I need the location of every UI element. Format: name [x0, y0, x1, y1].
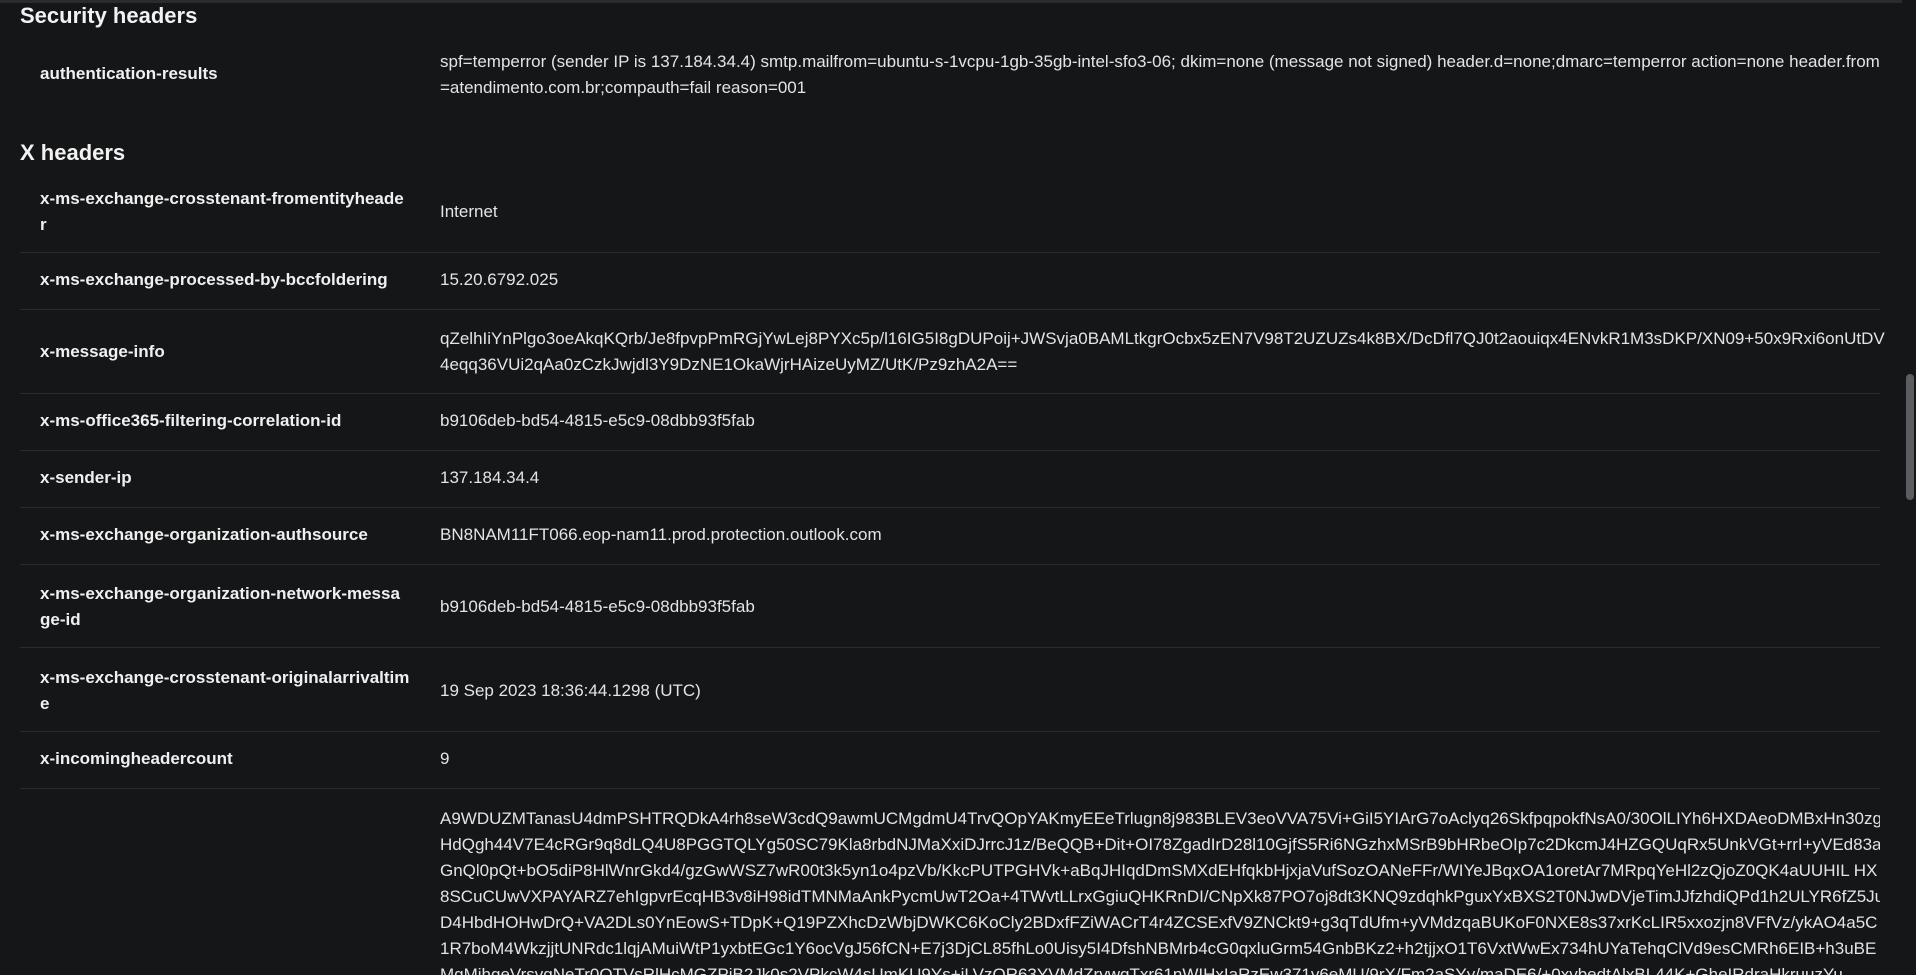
header-row: x-ms-exchange-organization-authsource BN… — [20, 508, 1880, 565]
header-key: x-ms-exchange-crosstenant-fromentityhead… — [40, 189, 404, 234]
header-key: x-ms-exchange-processed-by-bccfoldering — [40, 270, 388, 289]
header-row: A9WDUZMTanasU4dmPSHTRQDkA4rh8seW3cdQ9awm… — [20, 789, 1880, 975]
header-value: A9WDUZMTanasU4dmPSHTRQDkA4rh8seW3cdQ9awm… — [440, 809, 1880, 975]
header-value: qZelhIiYnPlgo3oeAkqKQrb/Je8fpvpPmRGjYwLe… — [440, 329, 1885, 374]
header-value: b9106deb-bd54-4815-e5c9-08dbb93f5fab — [440, 597, 755, 616]
header-key: x-sender-ip — [40, 468, 132, 487]
header-value: BN8NAM11FT066.eop-nam11.prod.protection.… — [440, 525, 882, 544]
header-value: 9 — [440, 749, 450, 768]
header-value: b9106deb-bd54-4815-e5c9-08dbb93f5fab — [440, 411, 755, 430]
header-row: x-sender-ip 137.184.34.4 — [20, 451, 1880, 508]
header-key: x-ms-exchange-crosstenant-originalarriva… — [40, 668, 410, 713]
header-key: x-ms-exchange-organization-authsource — [40, 525, 368, 544]
header-value: Internet — [440, 202, 498, 221]
header-row: x-ms-exchange-processed-by-bccfoldering … — [20, 253, 1880, 310]
header-row: x-incomingheadercount 9 — [20, 732, 1880, 789]
header-key: authentication-results — [40, 64, 218, 83]
header-row-authentication-results: authentication-results spf=temperror (se… — [20, 37, 1880, 139]
header-value: 19 Sep 2023 18:36:44.1298 (UTC) — [440, 681, 701, 700]
header-row: x-ms-office365-filtering-correlation-id … — [20, 394, 1880, 451]
vertical-scrollbar[interactable] — [1902, 0, 1916, 975]
x-headers-title: X headers — [20, 140, 126, 165]
header-value: spf=temperror (sender IP is 137.184.34.4… — [440, 52, 1880, 97]
header-row: x-ms-exchange-organization-network-messa… — [20, 565, 1880, 648]
top-border — [0, 0, 1916, 3]
security-headers-title: Security headers — [20, 3, 198, 28]
header-row: x-ms-exchange-crosstenant-originalarriva… — [20, 648, 1880, 732]
header-key: x-ms-office365-filtering-correlation-id — [40, 411, 342, 430]
header-key: x-ms-exchange-organization-network-messa… — [40, 584, 400, 629]
header-row: x-message-info qZelhIiYnPlgo3oeAkqKQrb/J… — [20, 310, 1885, 394]
header-key: x-message-info — [40, 342, 165, 361]
header-value: 137.184.34.4 — [440, 468, 540, 487]
header-key: x-incomingheadercount — [40, 749, 233, 768]
scrollbar-thumb[interactable] — [1906, 374, 1914, 500]
header-row: x-ms-exchange-crosstenant-fromentityhead… — [20, 174, 1880, 253]
header-value: 15.20.6792.025 — [440, 270, 559, 289]
